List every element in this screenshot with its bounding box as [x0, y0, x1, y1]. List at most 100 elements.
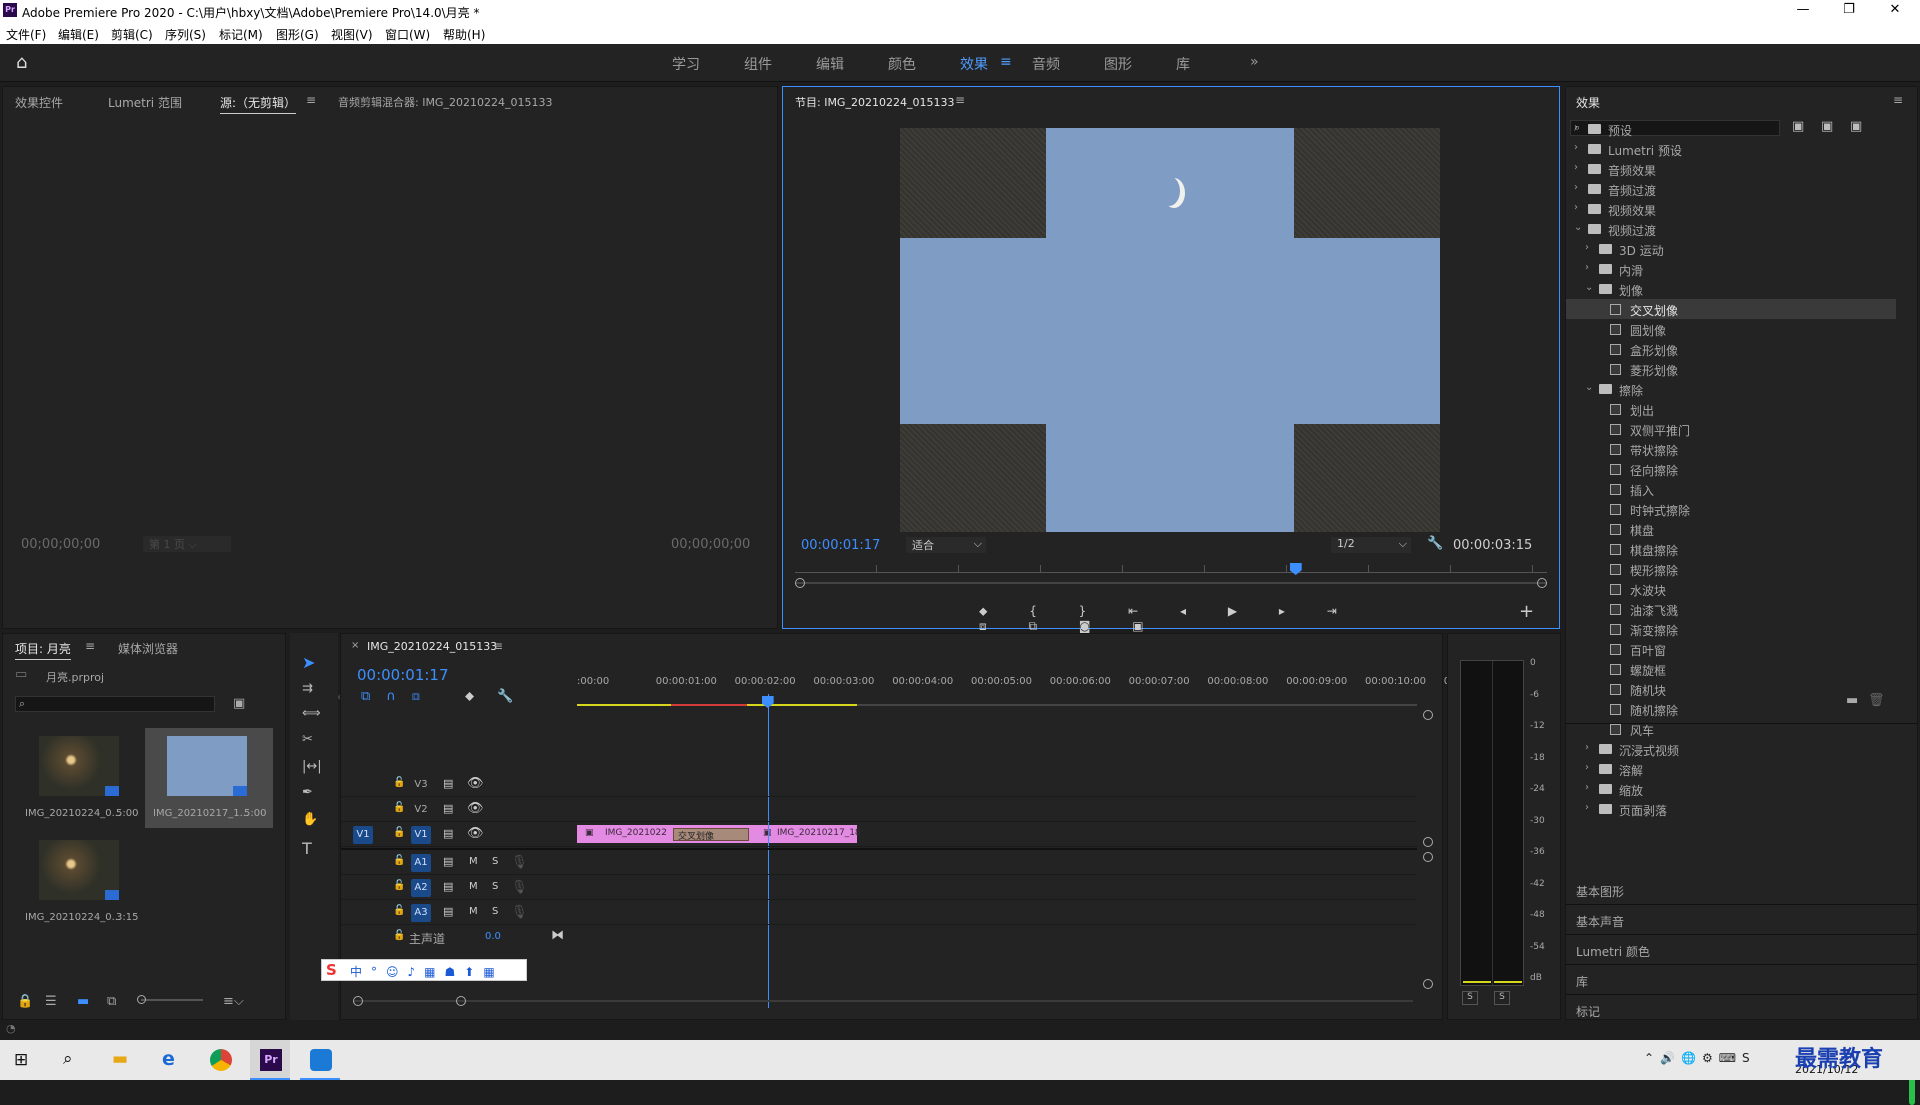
premiere-task-button[interactable]: Pr	[250, 1040, 290, 1080]
chrome-icon[interactable]	[210, 1049, 232, 1071]
transition-folder[interactable]: › 页面剥落	[1566, 799, 1896, 819]
mute-button[interactable]: M	[469, 856, 478, 867]
workspace-libraries[interactable]: 库	[1176, 54, 1190, 74]
tab-lumetri-scopes[interactable]: Lumetri 范围	[108, 94, 182, 111]
workspace-audio[interactable]: 音频	[1032, 54, 1060, 74]
menu-window[interactable]: 窗口(W)	[385, 26, 430, 43]
workspace-effects[interactable]: 效果	[960, 54, 988, 74]
transition-folder[interactable]: › 3D 运动	[1566, 239, 1896, 259]
windows-start-icon[interactable]: ⊞	[14, 1050, 28, 1070]
program-menu-icon[interactable]: ≡	[955, 93, 965, 107]
effect-item[interactable]: 菱形划像	[1566, 359, 1896, 379]
v-scroll-handle[interactable]	[1423, 710, 1433, 720]
source-timecode-left[interactable]: 00;00;00;00	[21, 537, 100, 552]
effect-item[interactable]: 水波块	[1566, 579, 1896, 599]
effect-item[interactable]: 棋盘	[1566, 519, 1896, 539]
effect-item[interactable]: 圆划像	[1566, 319, 1896, 339]
freeform-view-icon[interactable]: ⧉	[107, 994, 116, 1009]
solo-button[interactable]: S	[492, 906, 498, 917]
effect-item[interactable]: 随机擦除	[1566, 699, 1896, 719]
selection-tool-icon[interactable]: ➤	[302, 653, 315, 672]
project-item[interactable]: IMG_20210224_0... 5:00	[17, 728, 145, 828]
transition-folder[interactable]: › 内滑	[1566, 259, 1896, 279]
effect-item[interactable]: 插入	[1566, 479, 1896, 499]
work-area-bar[interactable]	[577, 704, 1417, 706]
menu-graphics[interactable]: 图形(G)	[276, 26, 319, 43]
resolution-select[interactable]: 1/2 ⌵	[1331, 537, 1411, 553]
source-panel-menu-icon[interactable]: ≡	[306, 93, 316, 107]
track-lock-icon[interactable]: 🔓	[393, 855, 405, 866]
transition-folder[interactable]: › 沉浸式视频	[1566, 739, 1896, 759]
add-marker-icon[interactable]: ⬥	[465, 689, 474, 704]
mute-button[interactable]: M	[469, 881, 478, 892]
hand-tool-icon[interactable]: ✋	[302, 812, 318, 827]
sync-lock-icon[interactable]: ▤	[443, 880, 453, 893]
effects-section[interactable]: 库	[1566, 965, 1917, 995]
sync-lock-icon[interactable]: ▤	[443, 855, 453, 868]
transition-folder[interactable]: ⌄ 擦除	[1566, 379, 1896, 399]
home-icon[interactable]: ⌂	[16, 52, 27, 73]
program-timecode[interactable]: 00:00:01:17	[801, 538, 880, 553]
project-item[interactable]: IMG_20210224_0... 3:15	[17, 834, 145, 934]
track-target[interactable]: A3	[411, 904, 431, 922]
h-scroll-handle[interactable]	[353, 996, 363, 1006]
solo-button[interactable]: S	[492, 856, 498, 867]
chevron-right-icon[interactable]: ›	[1574, 202, 1578, 213]
file-explorer-icon[interactable]: ▬	[112, 1049, 128, 1069]
effect-item[interactable]: 双侧平推门	[1566, 419, 1896, 439]
ripple-edit-tool-icon[interactable]: ⟺	[302, 706, 321, 721]
edge-browser-icon[interactable]: e	[162, 1048, 175, 1070]
timeline-timecode[interactable]: 00:00:01:17	[357, 666, 449, 684]
effect-item[interactable]: 渐变擦除	[1566, 619, 1896, 639]
tab-source[interactable]: 源:（无剪辑）	[220, 94, 297, 114]
effects-menu-icon[interactable]: ≡	[1893, 93, 1903, 107]
effects-folder[interactable]: › 视频效果	[1566, 199, 1896, 219]
toggle-output-eye-icon[interactable]: 👁	[467, 801, 484, 816]
track-target[interactable]: V3	[411, 776, 431, 794]
voiceover-record-icon[interactable]: 🎙	[511, 855, 528, 870]
effect-item[interactable]: 带状擦除	[1566, 439, 1896, 459]
menu-edit[interactable]: 编辑(E)	[58, 26, 99, 43]
chevron-right-icon[interactable]: ›	[1574, 122, 1578, 133]
track-lock-icon[interactable]: 🔓	[393, 802, 405, 813]
workspace-graphics[interactable]: 图形	[1104, 54, 1132, 74]
menu-sequence[interactable]: 序列(S)	[165, 26, 206, 43]
program-transport-controls[interactable]: ⬥ { } ⇤ ◂ ▶ ▸ ⇥ ⧈ ⧉ ◙ ▣	[979, 604, 1399, 634]
tab-media-browser[interactable]: 媒体浏览器	[118, 640, 178, 657]
project-item-selected[interactable]: IMG_20210217_1... 5:00	[145, 728, 273, 828]
tab-audio-clip-mixer[interactable]: 音频剪辑混合器: IMG_20210224_015133	[338, 94, 552, 110]
effect-item[interactable]: 盒形划像	[1566, 339, 1896, 359]
system-tray-icons[interactable]: ⌃🔊🌐⚙⌨S	[1644, 1051, 1756, 1065]
effects-folder[interactable]: › 音频效果	[1566, 159, 1896, 179]
menu-help[interactable]: 帮助(H)	[443, 26, 485, 43]
zoom-slider-handle[interactable]	[137, 995, 146, 1004]
effect-item[interactable]: 划出	[1566, 399, 1896, 419]
effect-item[interactable]: 百叶窗	[1566, 639, 1896, 659]
timeline-settings-icon[interactable]: 🔧	[497, 689, 513, 704]
effect-item[interactable]: 时钟式擦除	[1566, 499, 1896, 519]
a-scroll-handle[interactable]	[1423, 979, 1433, 989]
track-lock-icon[interactable]: 🔓	[393, 827, 405, 838]
transition-folder[interactable]: › 溶解	[1566, 759, 1896, 779]
effect-item[interactable]: 交叉划像	[1566, 299, 1896, 319]
sort-icon[interactable]: ≡⌵	[223, 994, 244, 1009]
workspace-editing[interactable]: 编辑	[816, 54, 844, 74]
track-target[interactable]: V1	[411, 826, 431, 844]
effect-item[interactable]: 风车	[1566, 719, 1896, 739]
chevron-right-icon[interactable]: ›	[1585, 802, 1589, 813]
v-scroll-handle[interactable]	[1423, 837, 1433, 847]
menu-view[interactable]: 视图(V)	[331, 26, 373, 43]
project-search-input[interactable]: ⌕	[15, 696, 215, 712]
chevron-down-icon[interactable]: ⌄	[1574, 222, 1582, 233]
h-scroll-handle[interactable]	[456, 996, 466, 1006]
source-patch-v1[interactable]: V1	[353, 826, 373, 844]
tab-project[interactable]: 项目: 月亮	[15, 640, 71, 660]
sync-lock-icon[interactable]: ▤	[443, 802, 453, 815]
minimize-button[interactable]: —	[1780, 0, 1826, 22]
workspace-menu-icon[interactable]: ≡	[1000, 54, 1012, 70]
track-lock-icon[interactable]: 🔓	[393, 930, 405, 941]
icon-view-icon[interactable]: ▬	[77, 994, 89, 1009]
h-scrollbar[interactable]	[353, 1000, 1413, 1002]
chevron-right-icon[interactable]: ›	[1585, 762, 1589, 773]
close-sequence-icon[interactable]: ×	[351, 640, 359, 651]
